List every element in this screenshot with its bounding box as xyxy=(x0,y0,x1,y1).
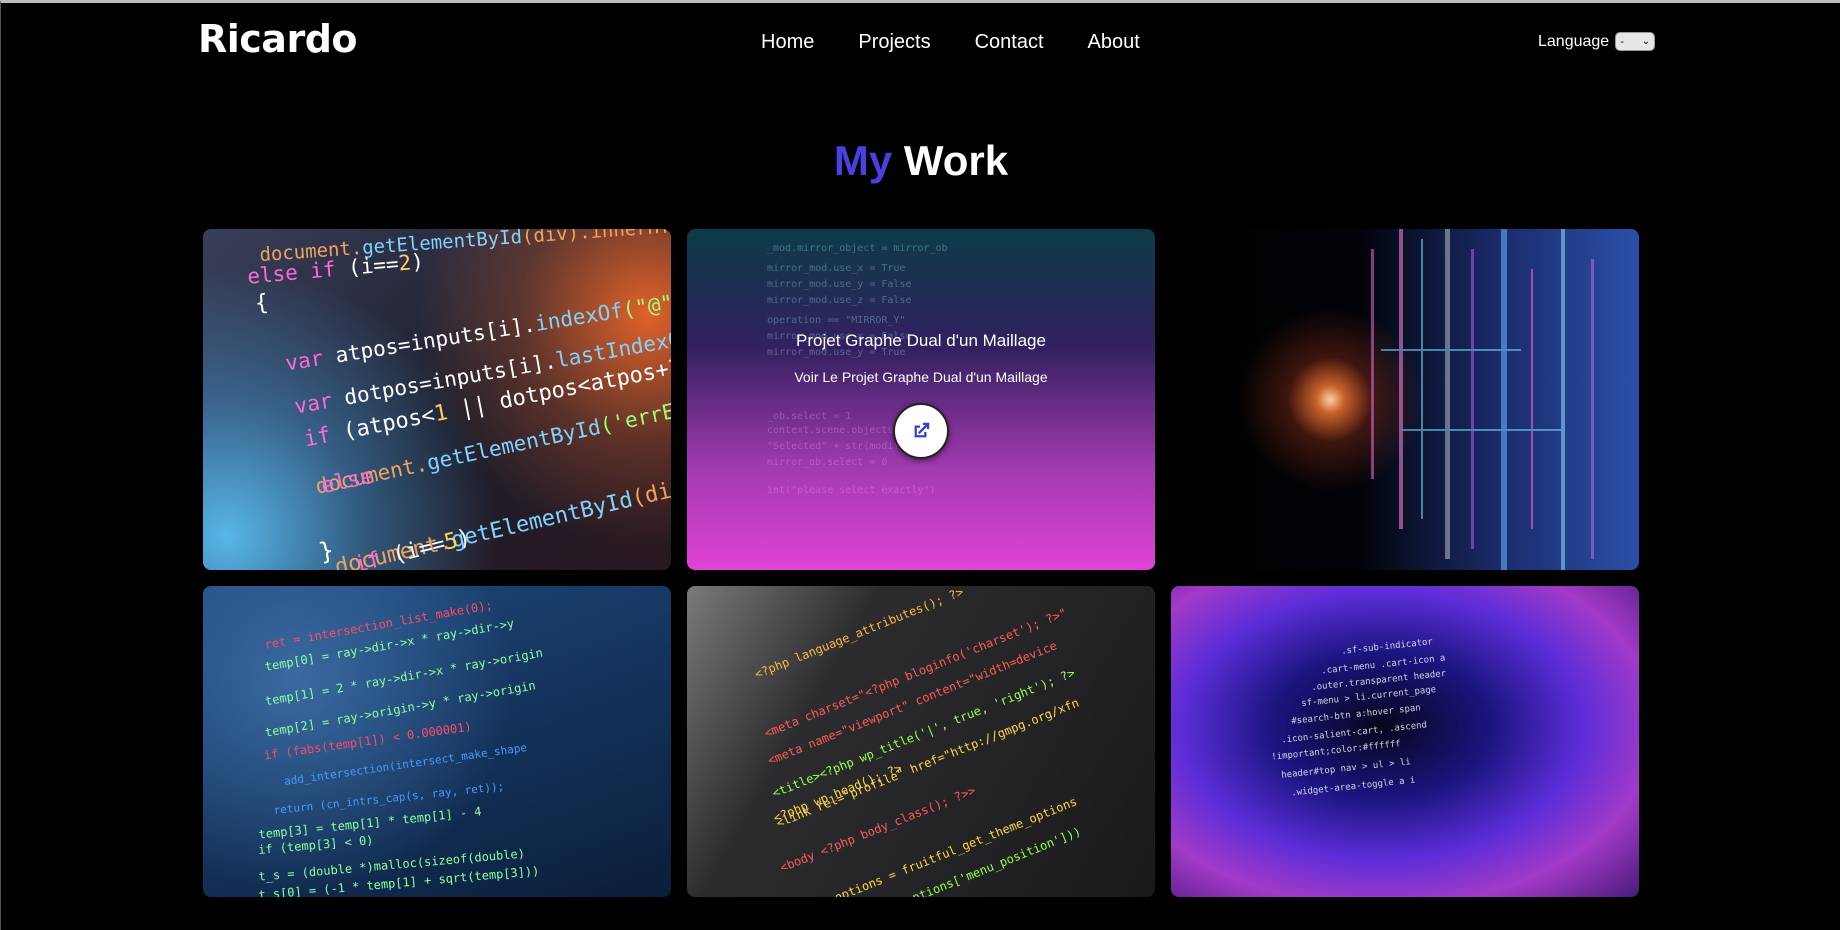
project-title-2: Projet Graphe Dual d'un Maillage xyxy=(796,331,1046,350)
project-card-6[interactable]: .sf-sub-indicator .cart-menu .cart-icon … xyxy=(1171,586,1639,897)
nav-projects[interactable]: Projects xyxy=(858,31,930,54)
brand-logo[interactable]: Ricardo xyxy=(198,17,358,61)
section-title-rest: Work xyxy=(903,137,1009,184)
language-switcher: Language - ⌄ xyxy=(1538,32,1656,51)
project-link-text-2: Voir Le Projet Graphe Dual d'un Maillage xyxy=(794,369,1048,385)
project-overlay-5 xyxy=(687,586,1155,897)
project-overlay-6 xyxy=(1171,586,1639,897)
nav-contact[interactable]: Contact xyxy=(975,31,1044,54)
project-card-3[interactable] xyxy=(1171,229,1639,570)
navbar: Ricardo Home Projects Contact About Lang… xyxy=(1,3,1840,83)
nav-links: Home Projects Contact About xyxy=(761,31,1184,54)
project-link-button-2[interactable] xyxy=(893,403,949,459)
nav-home[interactable]: Home xyxy=(761,31,814,54)
project-card-5[interactable]: <?php language_attributes(); ?> <meta ch… xyxy=(687,586,1155,897)
project-card-2[interactable]: _mod.mirror_object = mirror_ob mirror_mo… xyxy=(687,229,1155,570)
language-label: Language xyxy=(1538,32,1610,50)
section-title-accent: My xyxy=(833,137,893,184)
project-card-1[interactable]: document.getElementById(div).innerHTML e… xyxy=(203,229,671,570)
section-title: My Work xyxy=(1,137,1840,185)
project-overlay-3 xyxy=(1171,229,1639,570)
project-card-4[interactable]: ret = intersection_list_make(0); temp[0]… xyxy=(203,586,671,897)
project-overlay-2: Projet Graphe Dual d'un Maillage Voir Le… xyxy=(687,229,1155,570)
chevron-down-icon: ⌄ xyxy=(1641,36,1651,47)
project-overlay-1 xyxy=(203,229,671,570)
external-link-icon xyxy=(914,422,930,438)
nav-about[interactable]: About xyxy=(1088,31,1140,54)
project-overlay-4 xyxy=(203,586,671,897)
language-select[interactable]: - ⌄ xyxy=(1615,32,1656,51)
language-selected: - xyxy=(1620,35,1624,48)
